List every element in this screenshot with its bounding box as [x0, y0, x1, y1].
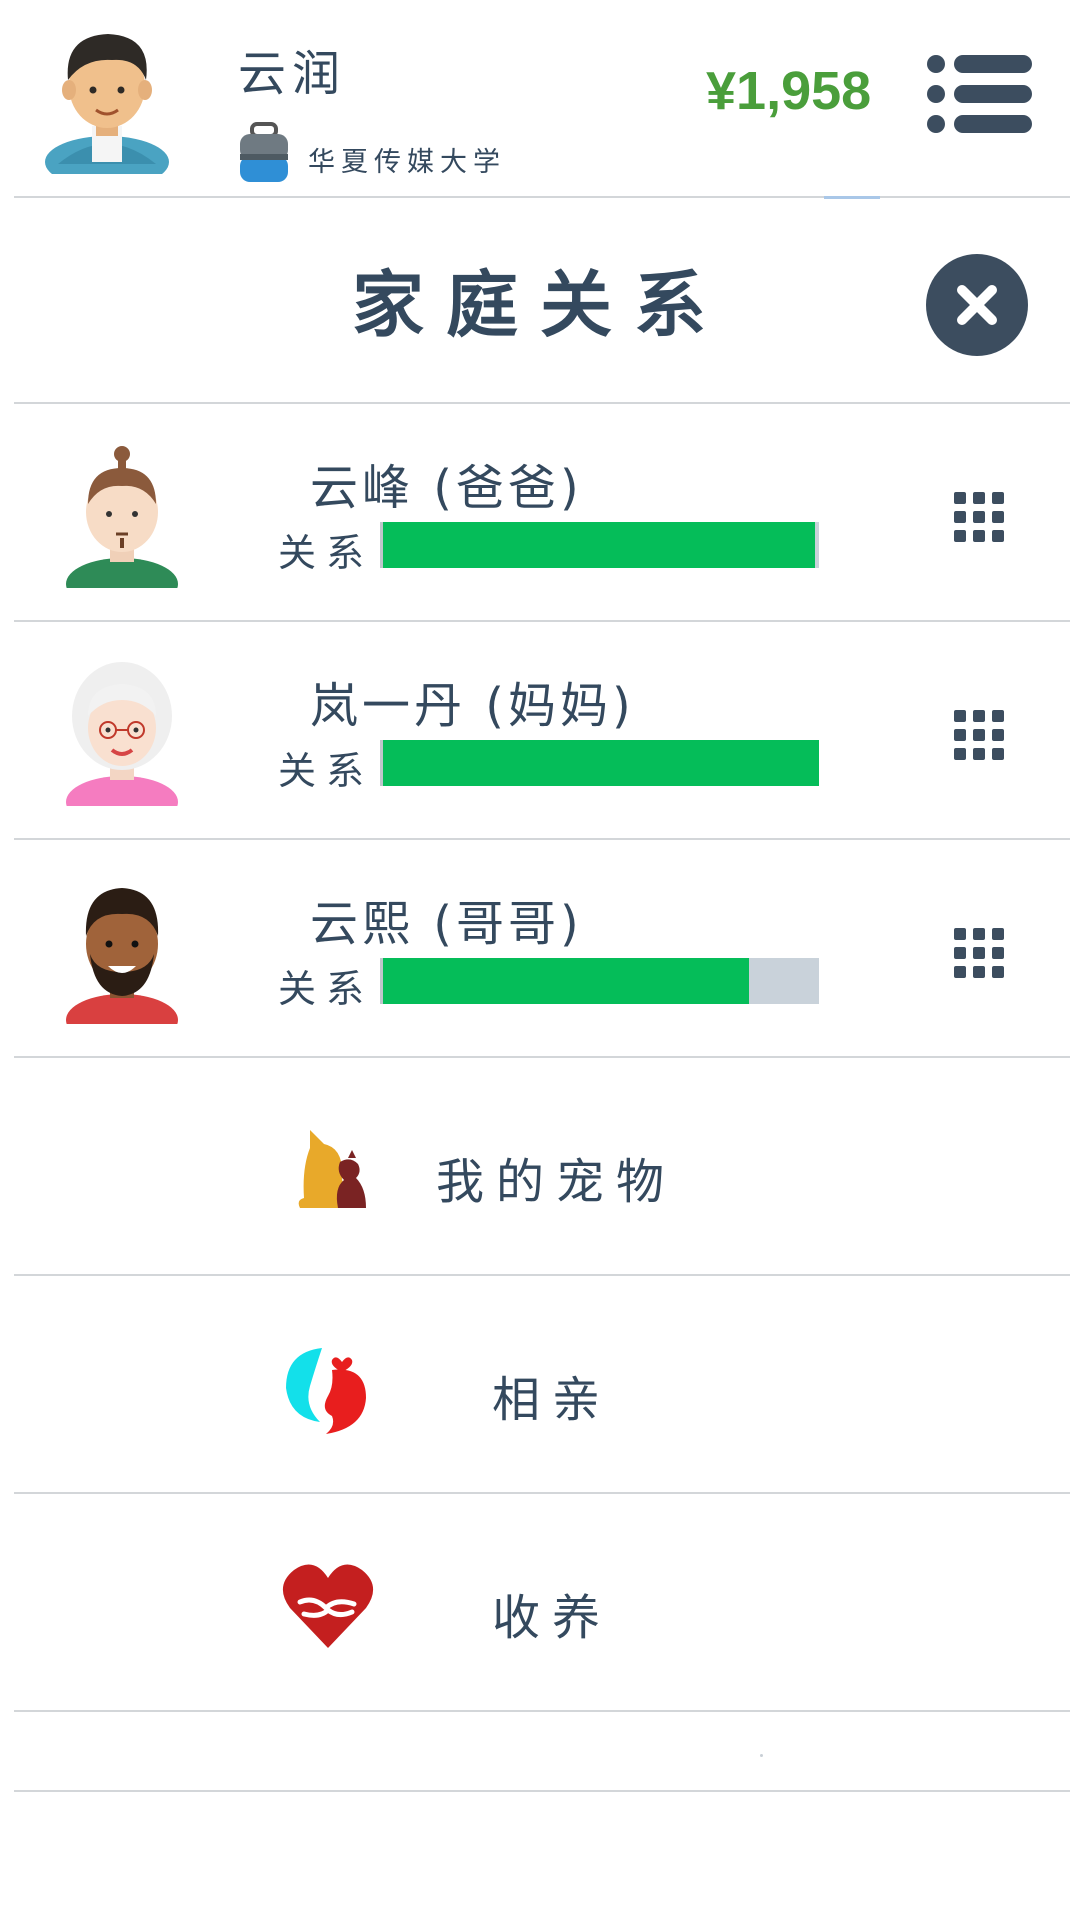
divider [14, 1790, 1070, 1792]
menu-item-label: 我的宠物 [436, 1154, 677, 1210]
school-bag-icon [236, 122, 292, 184]
menu-item-adoption[interactable]: 收养 [0, 1494, 1080, 1710]
relation-progress-fill [383, 740, 819, 786]
brother-avatar [62, 874, 182, 1046]
relation-progress-fill [383, 522, 815, 568]
relation-label: 关系 [278, 531, 375, 575]
menu-item-label: 收养 [492, 1590, 613, 1646]
family-member-name: 云峰 (爸爸) [310, 460, 583, 516]
family-row-brother[interactable]: 云熙 (哥哥) 关系 [0, 840, 1080, 1056]
relation-progress-bar [380, 522, 819, 568]
grid-menu-icon[interactable] [952, 708, 1006, 762]
adoption-heart-icon [280, 1558, 376, 1654]
relation-label: 关系 [278, 967, 375, 1011]
relation-progress-fill [383, 958, 750, 1004]
family-member-name: 云熙 (哥哥) [310, 896, 583, 952]
close-icon [957, 285, 997, 325]
family-row-mother[interactable]: 岚一丹 (妈妈) 关系 [0, 622, 1080, 838]
family-member-name: 岚一丹 (妈妈) [310, 678, 635, 734]
menu-list-icon[interactable] [926, 54, 1032, 134]
money-balance: ¥1,958 [706, 61, 872, 121]
relation-label: 关系 [278, 749, 375, 793]
grid-menu-icon[interactable] [952, 926, 1006, 980]
decorative-dot [760, 1754, 763, 1757]
close-button[interactable] [926, 254, 1028, 356]
page-title: 家庭关系 [351, 263, 728, 347]
divider [14, 1710, 1070, 1712]
dating-icon [280, 1340, 376, 1436]
scroll-indicator [824, 196, 880, 199]
top-status-bar: 云润 华夏传媒大学 ¥1,958 [0, 0, 1080, 196]
menu-item-dating[interactable]: 相亲 [0, 1276, 1080, 1492]
pet-icon [288, 1122, 384, 1218]
mother-avatar [62, 656, 182, 828]
grid-menu-icon[interactable] [952, 490, 1006, 544]
school-name: 华夏传媒大学 [308, 147, 506, 178]
divider [14, 196, 1070, 198]
family-row-father[interactable]: 云峰 (爸爸) 关系 [0, 404, 1080, 620]
menu-item-pets[interactable]: 我的宠物 [0, 1058, 1080, 1274]
relation-progress-bar [380, 958, 819, 1004]
relation-progress-bar [380, 740, 819, 786]
player-name: 云润 [238, 46, 347, 102]
menu-item-label: 相亲 [492, 1372, 613, 1428]
father-avatar [62, 438, 182, 610]
player-avatar[interactable] [44, 24, 170, 188]
